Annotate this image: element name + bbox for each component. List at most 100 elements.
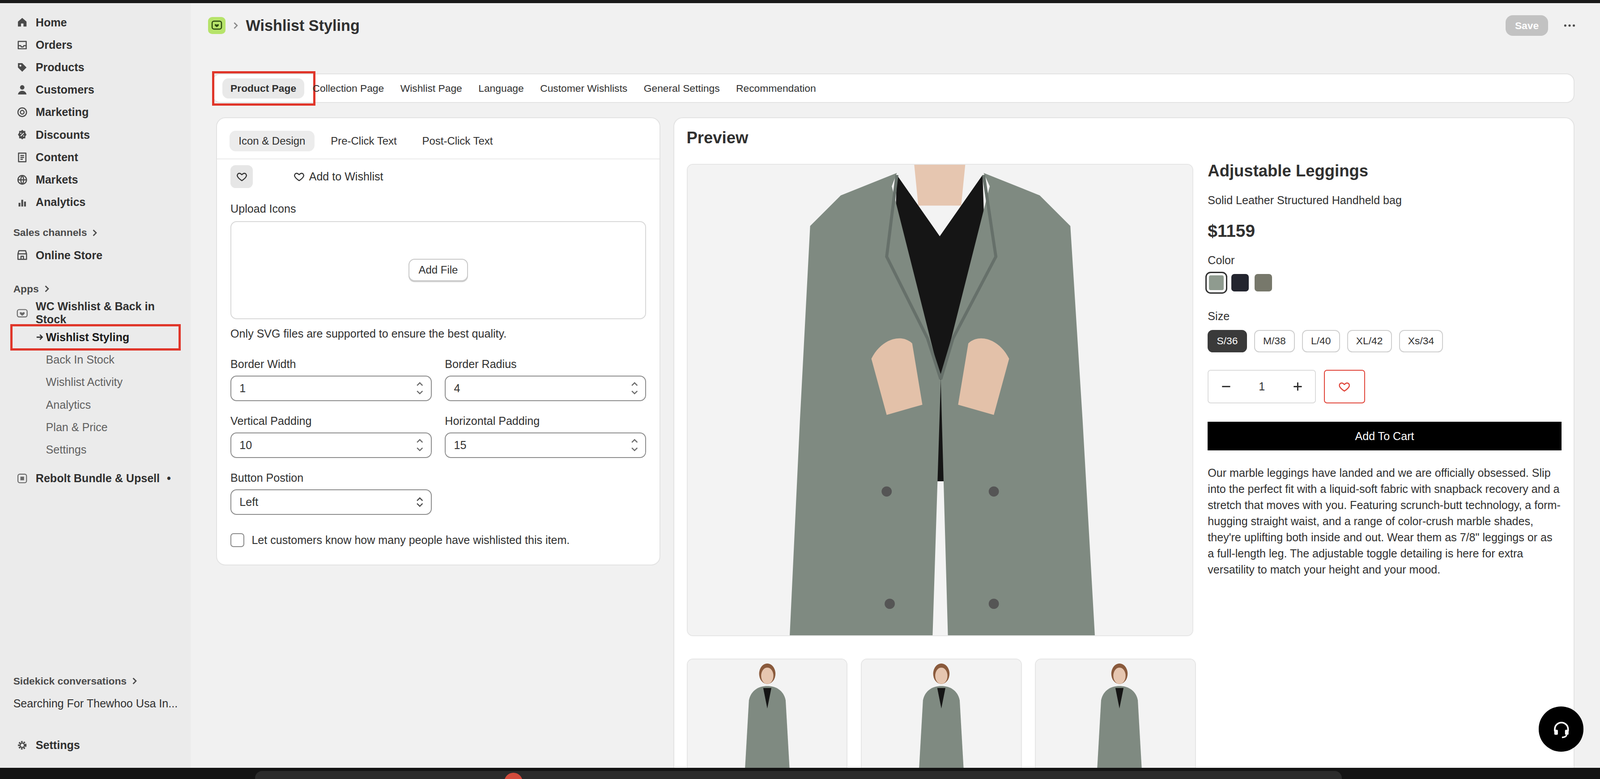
color-swatch[interactable] <box>1207 273 1226 292</box>
apps-heading[interactable]: Apps <box>8 277 183 300</box>
product-thumbnail[interactable] <box>1034 658 1196 768</box>
color-swatch[interactable] <box>1231 273 1249 292</box>
sidebar-item[interactable]: Markets <box>8 168 183 191</box>
sidebar-item-label: Markets <box>35 173 79 187</box>
page-header: Wishlist Styling Save <box>212 3 1575 48</box>
field-value: Left <box>239 495 412 509</box>
tab[interactable]: Customer Wishlists <box>531 78 636 99</box>
subtab[interactable]: Post-Click Text <box>412 130 503 152</box>
product-thumbnail[interactable] <box>860 658 1022 768</box>
sales-channels-heading[interactable]: Sales channels <box>8 221 183 244</box>
sidebar-item[interactable]: Orders <box>8 33 183 56</box>
color-label: Color <box>1207 253 1235 267</box>
support-chat-button[interactable] <box>1538 706 1584 751</box>
app-page-item[interactable]: Settings <box>8 438 183 461</box>
home-icon <box>16 16 29 29</box>
product-description: Our marble leggings have landed and we a… <box>1207 464 1562 578</box>
number-input[interactable]: 10 <box>230 432 432 458</box>
form-field: Horizontal Padding15 <box>444 414 647 458</box>
color-swatches <box>1207 273 1562 292</box>
upload-label: Upload Icons <box>230 202 296 215</box>
tab[interactable]: Product Page <box>222 78 305 99</box>
upload-dropzone[interactable]: Add File <box>230 221 647 319</box>
tab[interactable]: Language <box>470 78 532 99</box>
sidebar-item-label: Orders <box>35 38 73 52</box>
app-page-item[interactable]: Plan & Price <box>8 415 183 439</box>
sidebar-item[interactable]: Marketing <box>8 101 183 124</box>
size-option[interactable]: S/36 <box>1207 329 1247 353</box>
add-file-button[interactable]: Add File <box>408 258 469 281</box>
size-option[interactable]: Xs/34 <box>1399 329 1444 353</box>
page-title: Wishlist Styling <box>246 17 360 35</box>
tab[interactable]: Recommendation <box>727 78 825 99</box>
icon-style-option[interactable]: Add to Wishlist <box>288 165 389 188</box>
icon-style-option[interactable] <box>230 165 253 188</box>
app-page-label: Back In Stock <box>46 353 115 366</box>
more-actions-button[interactable] <box>1553 18 1577 33</box>
sidebar-item[interactable]: Home <box>8 11 183 34</box>
spinner-icon <box>415 379 425 396</box>
preview-card: PreviewAdjustable LeggingsSolid Leather … <box>673 117 1575 768</box>
add-to-cart-button[interactable]: Add To Cart <box>1207 421 1562 451</box>
icon-style-label: Add to Wishlist <box>309 170 384 183</box>
sidebar-item[interactable]: Discounts <box>8 123 183 146</box>
tab[interactable]: Collection Page <box>304 78 392 99</box>
number-input[interactable]: 15 <box>444 432 647 458</box>
product-subtitle: Solid Leather Structured Handheld bag <box>1207 193 1562 207</box>
sidekick-heading[interactable]: Sidekick conversations <box>8 669 183 692</box>
app-logo-heart-icon <box>211 19 223 31</box>
sidekick-item[interactable]: Searching For Thewhoo Usa In... <box>8 691 183 715</box>
sales-channels-label: Sales channels <box>13 226 88 239</box>
upload-hint-row: Only SVG files are supported to ensure t… <box>230 327 647 341</box>
content-area: Wishlist Styling Save Product PageCollecti… <box>190 3 1600 768</box>
form-field: Border Radius4 <box>444 357 647 401</box>
sidebar-app[interactable]: Rebolt Bundle & Upsell• <box>8 466 183 490</box>
sidebar-item-label: Analytics <box>35 195 86 209</box>
quantity-stepper[interactable]: 1 <box>1207 369 1316 404</box>
app-page-item[interactable]: Wishlist Styling <box>8 325 183 349</box>
sidebar-app[interactable]: WC Wishlist & Back in Stock <box>8 299 183 326</box>
size-option[interactable]: M/38 <box>1254 329 1295 353</box>
sidebar-item[interactable]: Analytics <box>8 190 183 213</box>
product-thumbnail[interactable] <box>686 658 848 768</box>
app-page-item[interactable]: Wishlist Activity <box>8 370 183 394</box>
sidebar-item[interactable]: Products <box>8 55 183 79</box>
bundle-app-icon <box>16 472 29 485</box>
size-label-row: Size <box>1207 309 1562 323</box>
tab[interactable]: Wishlist Page <box>391 78 471 99</box>
field-value: 1 <box>239 381 412 395</box>
subtab-bar: Icon & Design Pre-Click Text Post-Click Te… <box>217 118 660 160</box>
spinner-icon <box>629 436 640 453</box>
chevron-right-icon <box>231 21 240 30</box>
settings-item[interactable]: Settings <box>8 733 183 757</box>
app-page-item[interactable]: Analytics <box>8 393 183 416</box>
checkbox[interactable] <box>230 532 245 547</box>
tab[interactable]: General Settings <box>635 78 728 99</box>
color-swatch[interactable] <box>1254 273 1273 292</box>
form-field: Border Width1 <box>230 357 432 401</box>
wishlist-count-option: Let customers know how many people have … <box>230 532 647 547</box>
number-input[interactable]: 1 <box>230 375 432 401</box>
sidebar-item-label: Discounts <box>35 128 90 142</box>
heart-icon <box>293 170 305 183</box>
sidebar-item[interactable]: Customers <box>8 78 183 102</box>
subtab[interactable]: Icon & Design <box>229 130 315 152</box>
field-label: Vertical Padding <box>230 414 432 428</box>
wishlist-button[interactable] <box>1323 369 1365 404</box>
sidebar-item[interactable]: Content <box>8 145 183 169</box>
subtab[interactable]: Pre-Click Text <box>321 130 406 152</box>
app-page-item[interactable]: Back In Stock <box>8 348 183 371</box>
save-button[interactable]: Save <box>1505 15 1548 36</box>
app-page-label: Settings <box>46 442 87 456</box>
size-label: Size <box>1207 309 1230 323</box>
dock-strip <box>0 767 1600 779</box>
number-input[interactable]: 4 <box>444 375 647 401</box>
sidebar-item[interactable]: Online Store <box>8 243 183 267</box>
size-option[interactable]: XL/42 <box>1347 329 1392 353</box>
app-label: Rebolt Bundle & Upsell <box>35 471 160 485</box>
select-field[interactable]: Left <box>230 489 432 515</box>
size-option[interactable]: L/40 <box>1302 329 1341 353</box>
form-field: Vertical Padding 10 <box>230 414 432 458</box>
form-field: Button PostionLeft <box>230 471 432 515</box>
dock <box>255 770 1342 779</box>
